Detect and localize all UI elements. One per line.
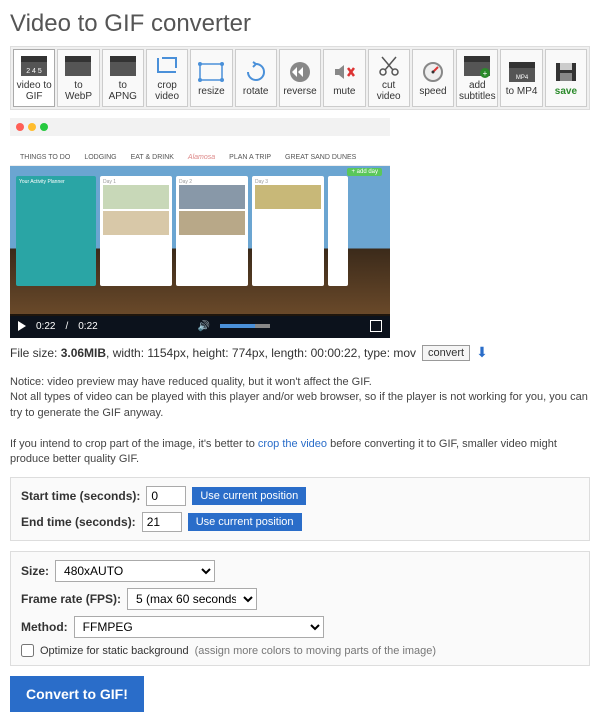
preview-card: Your Activity Planner: [16, 176, 96, 286]
subtitles-icon: +: [462, 54, 492, 78]
optimize-checkbox[interactable]: [21, 644, 34, 657]
download-icon[interactable]: ⬇: [476, 344, 488, 361]
video-time-total: 0:22: [78, 321, 97, 332]
tool-resize[interactable]: resize: [190, 49, 232, 107]
tool-add-subtitles[interactable]: + add subtitles: [456, 49, 498, 107]
end-time-label: End time (seconds):: [21, 515, 136, 529]
clapper-apng-icon: [108, 54, 138, 78]
preview-content: + add day Your Activity Planner Day 1 Da…: [10, 166, 390, 316]
fullscreen-icon[interactable]: [370, 320, 382, 332]
tool-rotate[interactable]: rotate: [235, 49, 277, 107]
preview-card: [328, 176, 348, 286]
tool-crop-video[interactable]: crop video: [146, 49, 188, 107]
preview-card: Day 3: [252, 176, 324, 286]
tool-speed[interactable]: speed: [412, 49, 454, 107]
speed-icon: [418, 60, 448, 84]
start-time-input[interactable]: [146, 486, 186, 506]
mute-icon: [329, 60, 359, 84]
video-preview[interactable]: THINGS TO DOLODGINGEAT & DRINKAlamosaPLA…: [10, 118, 390, 338]
output-settings-form: Size: 480xAUTO Frame rate (FPS): 5 (max …: [10, 551, 590, 666]
preview-site-nav: THINGS TO DOLODGINGEAT & DRINKAlamosaPLA…: [10, 150, 390, 166]
optimize-label: Optimize for static background: [40, 645, 189, 657]
crop-video-link[interactable]: crop the video: [258, 438, 327, 450]
tool-to-mp4[interactable]: MP4 to MP4: [500, 49, 542, 107]
play-icon[interactable]: [18, 321, 26, 331]
size-select[interactable]: 480xAUTO: [55, 560, 215, 582]
resize-icon: [196, 60, 226, 84]
tool-save[interactable]: save: [545, 49, 587, 107]
volume-icon[interactable]: 🔊: [198, 321, 210, 332]
tool-video-to-gif[interactable]: 2 4 5 video to GIF: [13, 49, 55, 107]
video-controls: 0:22 / 0:22 🔊: [10, 314, 390, 338]
start-time-label: Start time (seconds):: [21, 489, 140, 503]
crop-icon: [152, 54, 182, 78]
end-time-input[interactable]: [142, 512, 182, 532]
add-day-badge: + add day: [347, 168, 382, 176]
volume-slider[interactable]: [220, 324, 270, 328]
svg-text:MP4: MP4: [515, 75, 528, 81]
tool-cut-video[interactable]: cut video: [368, 49, 410, 107]
video-time-current: 0:22: [36, 321, 55, 332]
reverse-icon: [285, 60, 315, 84]
save-icon: [551, 60, 581, 84]
preview-card: Day 2: [176, 176, 248, 286]
size-label: Size:: [21, 564, 49, 578]
use-current-end-button[interactable]: Use current position: [188, 513, 302, 531]
notice-text: Notice: video preview may have reduced q…: [10, 375, 590, 467]
method-select[interactable]: FFMPEG: [74, 616, 324, 638]
tool-reverse[interactable]: reverse: [279, 49, 321, 107]
file-info: File size: 3.06MIB, width: 1154px, heigh…: [10, 344, 590, 361]
clapper-gif-icon: 2 4 5: [19, 54, 49, 78]
file-size: 3.06MIB: [61, 346, 106, 360]
clapper-mp4-icon: MP4: [507, 60, 537, 84]
fps-select[interactable]: 5 (max 60 seconds): [127, 588, 257, 610]
svg-text:2 4 5: 2 4 5: [26, 68, 42, 75]
tool-mute[interactable]: mute: [323, 49, 365, 107]
fps-label: Frame rate (FPS):: [21, 592, 121, 606]
toolbar: 2 4 5 video to GIF to WebP to APNG crop …: [10, 46, 590, 110]
tool-to-apng[interactable]: to APNG: [102, 49, 144, 107]
browser-url-bar: [10, 136, 390, 150]
method-label: Method:: [21, 620, 68, 634]
use-current-start-button[interactable]: Use current position: [192, 487, 306, 505]
svg-text:+: +: [483, 69, 488, 78]
convert-to-gif-button[interactable]: Convert to GIF!: [10, 676, 144, 712]
optimize-hint: (assign more colors to moving parts of t…: [195, 645, 437, 657]
preview-card: Day 1: [100, 176, 172, 286]
rotate-icon: [241, 60, 271, 84]
cut-icon: [374, 54, 404, 78]
tool-to-webp[interactable]: to WebP: [57, 49, 99, 107]
browser-chrome: [10, 118, 390, 136]
clapper-webp-icon: [63, 54, 93, 78]
time-range-form: Start time (seconds): Use current positi…: [10, 477, 590, 541]
convert-type-button[interactable]: convert: [422, 345, 470, 361]
page-title: Video to GIF converter: [10, 10, 590, 38]
